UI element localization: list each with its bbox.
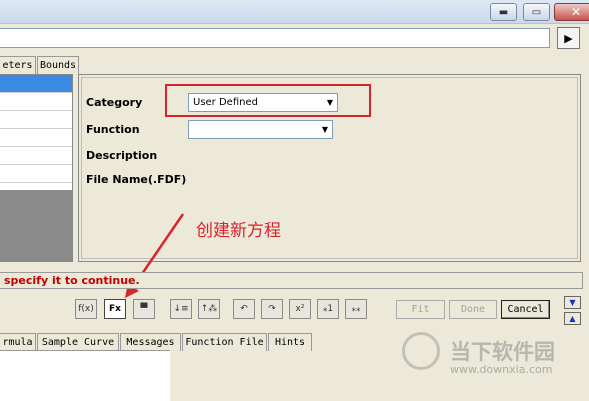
watermark-url: www.downxia.com (450, 363, 553, 376)
tab-content-area (0, 350, 170, 401)
tab-hints[interactable]: Hints (268, 333, 312, 351)
undo-button[interactable]: ↶ (233, 299, 255, 319)
redo-button[interactable]: ↷ (261, 299, 283, 319)
formula-edit-icon: f(x) (78, 304, 94, 314)
tab-formula[interactable]: rmula (0, 333, 36, 351)
done-button[interactable]: Done (449, 300, 497, 319)
undo-icon: ↶ (240, 304, 248, 314)
tree-up-icon: ↑⁂ (200, 304, 218, 314)
watermark-brand: 当下软件园 (450, 340, 555, 364)
chi-square-button[interactable]: x² (289, 299, 311, 319)
tree-button[interactable]: ↑⁂ (198, 299, 220, 319)
redo-icon: ↷ (268, 304, 276, 314)
sort-button[interactable]: ↓≡ (170, 299, 192, 319)
scroll-down-button[interactable]: ▼ (564, 296, 581, 309)
fit-button[interactable]: Fit (396, 300, 445, 319)
save-button[interactable]: ▀ (133, 299, 155, 319)
triangle-down-icon: ▼ (569, 298, 576, 307)
triangle-up-icon: ▲ (569, 314, 576, 323)
watermark-logo-icon (402, 332, 440, 370)
save-icon: ▀ (140, 304, 148, 314)
tab-messages[interactable]: Messages (120, 333, 181, 351)
new-function-button[interactable]: Fx (104, 299, 126, 319)
sort-down-icon: ↓≡ (173, 304, 189, 314)
new-function-icon: Fx (109, 304, 121, 314)
tab-function-file[interactable]: Function File (182, 333, 267, 351)
fit-one-iteration-button[interactable]: ⁎1 (317, 299, 339, 319)
fit-many-iterations-icon: ⁎⁎ (351, 304, 361, 314)
tab-sample-curve[interactable]: Sample Curve (37, 333, 119, 351)
chi-square-icon: x² (295, 304, 305, 314)
fit-many-iterations-button[interactable]: ⁎⁎ (345, 299, 367, 319)
edit-formula-button[interactable]: f(x) (75, 299, 97, 319)
fit-one-iteration-icon: ⁎1 (322, 304, 334, 314)
scroll-up-button[interactable]: ▲ (564, 312, 581, 325)
status-message: specify it to continue. (0, 272, 583, 289)
cancel-button[interactable]: Cancel (501, 300, 550, 319)
